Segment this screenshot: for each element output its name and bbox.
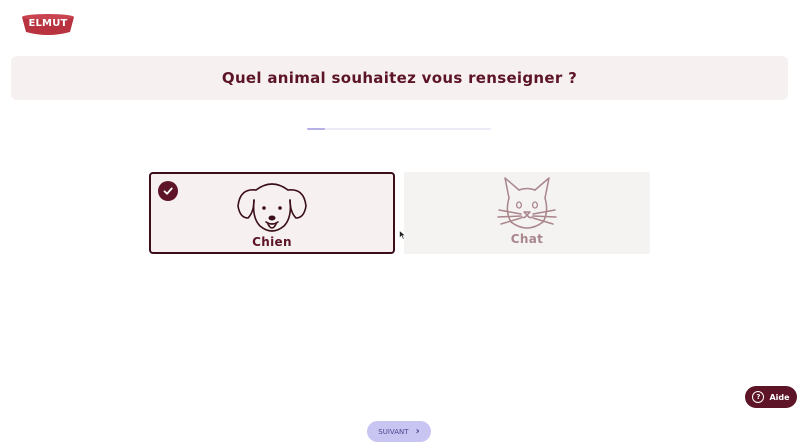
help-label: Aide xyxy=(769,392,790,402)
mouse-cursor-icon xyxy=(399,230,407,240)
dog-icon xyxy=(237,183,307,232)
progress-fill xyxy=(307,128,326,130)
progress-bar xyxy=(307,128,491,130)
question-icon: ? xyxy=(752,391,765,403)
option-card-dog[interactable]: Chien xyxy=(149,172,395,254)
chevron-right-icon: › xyxy=(415,425,420,437)
next-button[interactable]: SUIVANT › xyxy=(367,421,431,442)
check-icon xyxy=(158,181,178,201)
brand-logo[interactable]: ELMUT xyxy=(20,12,76,38)
logo-text: ELMUT xyxy=(28,18,68,29)
question-banner: Quel animal souhaitez vous renseigner ? xyxy=(11,56,788,100)
help-button[interactable]: ? Aide xyxy=(745,386,797,408)
option-card-cat[interactable]: Chat xyxy=(404,172,650,254)
option-label-cat: Chat xyxy=(510,232,544,246)
cat-icon xyxy=(497,177,557,229)
next-label: SUIVANT xyxy=(378,427,409,436)
option-label-dog: Chien xyxy=(252,235,292,249)
page-title: Quel animal souhaitez vous renseigner ? xyxy=(221,69,578,87)
